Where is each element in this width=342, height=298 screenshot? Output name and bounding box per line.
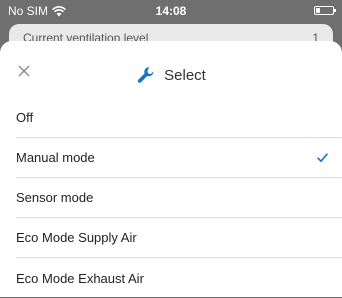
option-label: Sensor mode bbox=[16, 190, 94, 205]
option-label: Off bbox=[16, 110, 34, 125]
option-sensor-mode[interactable]: Sensor mode bbox=[16, 178, 342, 218]
option-eco-mode-supply-air[interactable]: Eco Mode Supply Air bbox=[16, 218, 342, 258]
option-eco-mode-exhaust-air[interactable]: Eco Mode Exhaust Air bbox=[16, 258, 342, 298]
wrench-icon bbox=[138, 67, 154, 83]
options-list: Off Manual mode Sensor mode Eco Mode Sup… bbox=[0, 98, 342, 298]
option-label: Eco Mode Exhaust Air bbox=[16, 270, 144, 286]
battery-icon bbox=[314, 6, 336, 15]
status-bar: No SIM 14:08 bbox=[0, 0, 342, 22]
option-label: Eco Mode Supply Air bbox=[16, 230, 137, 245]
select-sheet: Select Off Manual mode Sensor mode Eco M… bbox=[0, 41, 342, 297]
option-off[interactable]: Off bbox=[16, 98, 342, 138]
option-manual-mode[interactable]: Manual mode bbox=[16, 138, 342, 178]
sheet-title: Select bbox=[164, 66, 206, 84]
checkmark-icon bbox=[317, 152, 328, 162]
status-time: 14:08 bbox=[155, 4, 187, 18]
option-label: Manual mode bbox=[16, 150, 95, 165]
sheet-header: Select bbox=[0, 41, 342, 98]
sheet-title-area: Select bbox=[0, 65, 342, 85]
